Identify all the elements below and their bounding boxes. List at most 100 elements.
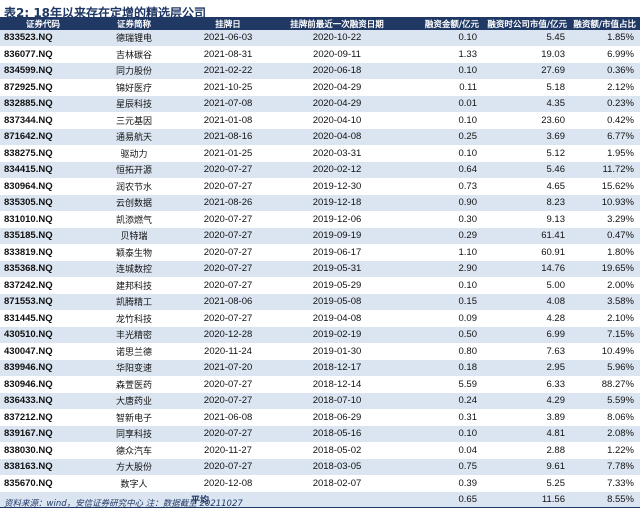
cell-name: 吉林碳谷 (86, 46, 182, 63)
table-row: 835670.NQ 数字人 2020-12-08 2018-02-07 0.39 5.25… (0, 475, 640, 492)
cell-code: 871553.NQ (0, 293, 86, 311)
cell-ratio: 8.06% (571, 409, 640, 426)
cell-name: 通易航天 (86, 128, 182, 146)
cell-financing-date: 2020-04-08 (274, 128, 400, 146)
cell-code: 833523.NQ (0, 30, 86, 47)
cell-listing-date: 2020-07-27 (182, 277, 274, 294)
cell-listing-date: 2021-08-06 (182, 293, 274, 311)
cell-code: 833819.NQ (0, 244, 86, 261)
cell-amount: 0.01 (400, 95, 483, 113)
cell-listing-date: 2021-07-08 (182, 95, 274, 113)
cell-ratio: 0.23% (571, 95, 640, 113)
table-row: 838275.NQ 驱动力 2021-01-25 2020-03-31 0.10 5.12… (0, 145, 640, 162)
table-row: 835368.NQ 连城数控 2020-07-27 2019-05-31 2.90 14.… (0, 260, 640, 278)
cell-listing-date: 2020-07-27 (182, 244, 274, 261)
cell-market-cap: 6.33 (483, 376, 571, 393)
cell-market-cap: 5.18 (483, 79, 571, 96)
cell-amount: 2.90 (400, 260, 483, 278)
cell-name: 凯腾精工 (86, 293, 182, 311)
cell-listing-date: 2021-01-08 (182, 112, 274, 129)
table-row: 833819.NQ 颖泰生物 2020-07-27 2019-06-17 1.10 60.… (0, 244, 640, 261)
header-listing-date: 挂牌日 (182, 17, 274, 30)
cell-market-cap: 4.08 (483, 293, 571, 311)
cell-financing-date: 2020-06-18 (274, 62, 400, 80)
cell-market-cap: 6.99 (483, 326, 571, 344)
cell-amount: 0.18 (400, 359, 483, 377)
table-row: 835185.NQ 贝特瑞 2020-07-27 2019-09-19 0.29 61.4… (0, 227, 640, 245)
cell-ratio: 0.36% (571, 62, 640, 80)
cell-listing-date: 2020-07-27 (182, 178, 274, 195)
cell-listing-date: 2020-07-27 (182, 260, 274, 278)
cell-financing-date: 2019-06-17 (274, 244, 400, 261)
cell-code: 837212.NQ (0, 409, 86, 426)
cell-code: 832885.NQ (0, 95, 86, 113)
header-code: 证券代码 (0, 17, 86, 30)
cell-name: 连城数控 (86, 260, 182, 278)
cell-financing-date: 2018-05-02 (274, 442, 400, 459)
cell-listing-date: 2020-07-27 (182, 161, 274, 179)
cell-listing-date: 2021-08-31 (182, 46, 274, 63)
cell-listing-date: 2020-11-27 (182, 442, 274, 459)
cell-financing-date: 2019-01-30 (274, 343, 400, 360)
cell-ratio: 10.93% (571, 194, 640, 212)
cell-name: 驱动力 (86, 145, 182, 162)
cell-amount: 0.75 (400, 458, 483, 476)
cell-ratio: 2.00% (571, 277, 640, 294)
financing-table: 证券代码 证券简称 挂牌日 挂牌前最近一次融资日期 融资金额/亿元 融资时公司市值/亿元融… (0, 17, 640, 508)
cell-ratio: 5.96% (571, 359, 640, 377)
cell-market-cap: 60.91 (483, 244, 571, 261)
cell-amount: 0.30 (400, 211, 483, 228)
table-row: 839946.NQ 华阳变速 2021-07-20 2018-12-17 0.18 2.9… (0, 359, 640, 377)
cell-name: 颖泰生物 (86, 244, 182, 261)
cell-code: 838163.NQ (0, 458, 86, 476)
cell-listing-date: 2020-07-27 (182, 392, 274, 410)
cell-ratio: 15.62% (571, 178, 640, 195)
cell-market-cap: 61.41 (483, 227, 571, 245)
cell-market-cap: 5.45 (483, 30, 571, 47)
cell-name: 华阳变速 (86, 359, 182, 377)
cell-name: 大唐药业 (86, 392, 182, 410)
cell-amount: 0.31 (400, 409, 483, 426)
cell-listing-date: 2021-06-03 (182, 30, 274, 47)
header-row: 证券代码 证券简称 挂牌日 挂牌前最近一次融资日期 融资金额/亿元 融资时公司市值/亿元融… (0, 17, 640, 30)
cell-code: 430047.NQ (0, 343, 86, 360)
table-row: 839167.NQ 同享科技 2020-07-27 2018-05-16 0.10 4.8… (0, 425, 640, 443)
table-row: 836433.NQ 大唐药业 2020-07-27 2018-07-10 0.24 4.2… (0, 392, 640, 410)
cell-listing-date: 2020-07-27 (182, 376, 274, 393)
cell-amount: 0.24 (400, 392, 483, 410)
table-row: 834415.NQ 恒拓开源 2020-07-27 2020-02-12 0.64 5.4… (0, 161, 640, 179)
table-body: 833523.NQ 德瑞锂电 2021-06-03 2020-10-22 0.10 5.4… (0, 30, 640, 492)
cell-code: 872925.NQ (0, 79, 86, 96)
cell-ratio: 2.08% (571, 425, 640, 443)
cell-market-cap: 5.00 (483, 277, 571, 294)
cell-financing-date: 2020-04-10 (274, 112, 400, 129)
table-row: 830964.NQ 润农节水 2020-07-27 2019-12-30 0.73 4.6… (0, 178, 640, 195)
cell-financing-date: 2019-12-18 (274, 194, 400, 212)
cell-ratio: 1.85% (571, 30, 640, 47)
cell-ratio: 7.33% (571, 475, 640, 492)
table-header: 证券代码 证券简称 挂牌日 挂牌前最近一次融资日期 融资金额/亿元 融资时公司市值/亿元融… (0, 17, 640, 30)
cell-amount: 0.15 (400, 293, 483, 311)
table-row: 833523.NQ 德瑞锂电 2021-06-03 2020-10-22 0.10 5.4… (0, 30, 640, 47)
cell-financing-date: 2018-02-07 (274, 475, 400, 492)
cell-amount: 1.33 (400, 46, 483, 63)
cell-market-cap: 23.60 (483, 112, 571, 129)
cell-code: 831010.NQ (0, 211, 86, 228)
cell-amount: 0.09 (400, 310, 483, 327)
cell-name: 龙竹科技 (86, 310, 182, 327)
cell-financing-date: 2019-04-08 (274, 310, 400, 327)
cell-amount: 0.64 (400, 161, 483, 179)
cell-listing-date: 2020-07-27 (182, 425, 274, 443)
cell-market-cap: 7.63 (483, 343, 571, 360)
table-row: 430047.NQ 诺思兰德 2020-11-24 2019-01-30 0.80 7.6… (0, 343, 640, 360)
header-amount: 融资金额/亿元 (400, 17, 483, 30)
cell-code: 836077.NQ (0, 46, 86, 63)
average-ratio: 8.55% (571, 491, 640, 508)
table-row: 838030.NQ 德众汽车 2020-11-27 2018-05-02 0.04 2.8… (0, 442, 640, 459)
cell-ratio: 88.27% (571, 376, 640, 393)
cell-ratio: 1.22% (571, 442, 640, 459)
cell-listing-date: 2021-08-26 (182, 194, 274, 212)
cell-amount: 0.73 (400, 178, 483, 195)
cell-financing-date: 2020-10-22 (274, 30, 400, 47)
cell-ratio: 0.47% (571, 227, 640, 245)
